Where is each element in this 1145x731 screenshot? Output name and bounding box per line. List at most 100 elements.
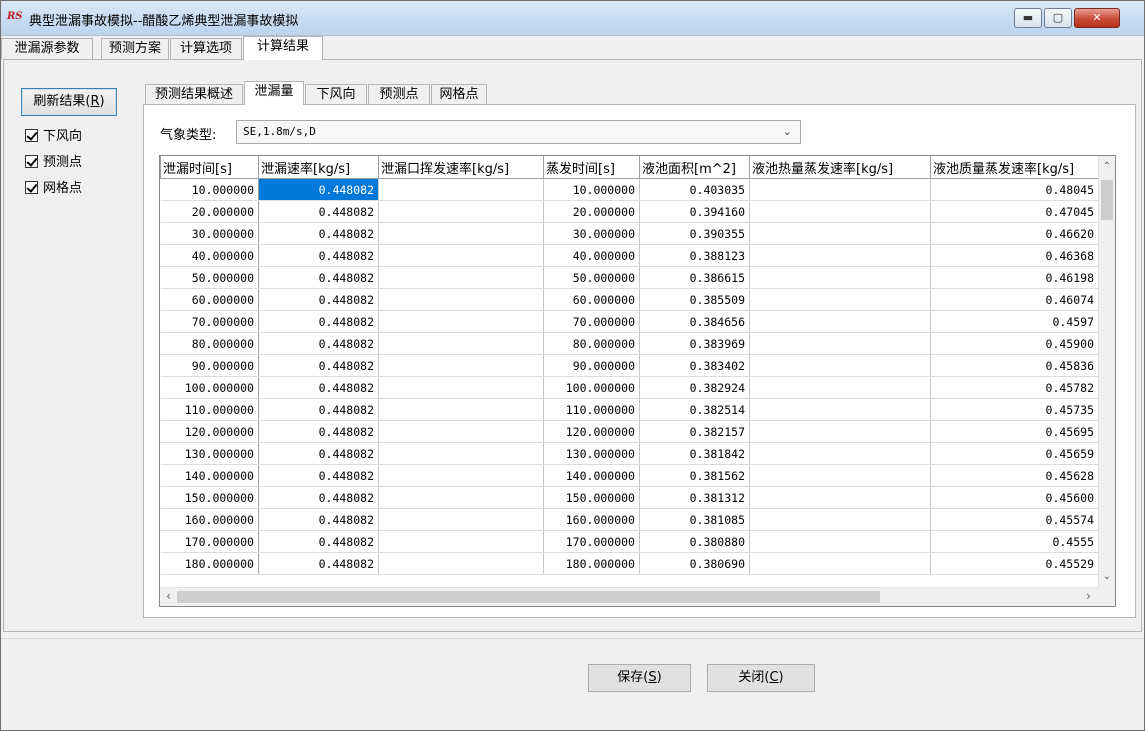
table-cell[interactable] [749, 398, 931, 421]
table-cell[interactable]: 30.000000 [543, 222, 640, 245]
checkbox-checked-icon[interactable] [25, 155, 38, 168]
table-cell[interactable]: 0.45600 [930, 486, 1099, 509]
table-cell[interactable]: 0.45735 [930, 398, 1099, 421]
table-cell[interactable]: 0.383402 [639, 354, 750, 377]
table-cell[interactable] [378, 442, 544, 465]
table-cell[interactable]: 0.388123 [639, 244, 750, 267]
table-cell[interactable] [378, 420, 544, 443]
table-row[interactable]: 30.000000 0.448082 30.000000 0.390355 0.4662… [160, 222, 1099, 245]
row-time-cell[interactable]: 40.000000 [160, 244, 259, 267]
table-cell[interactable] [749, 200, 931, 223]
maximize-button[interactable]: ▢ [1044, 8, 1072, 28]
table-cell[interactable] [749, 244, 931, 267]
column-header[interactable]: 泄漏速率[kg/s] [258, 156, 379, 179]
table-cell[interactable]: 0.448082 [258, 398, 379, 421]
table-cell[interactable]: 0.390355 [639, 222, 750, 245]
table-cell[interactable]: 0.386615 [639, 266, 750, 289]
horizontal-scrollbar[interactable]: ‹ › [160, 587, 1115, 606]
table-cell[interactable] [378, 332, 544, 355]
checkbox-grid-points[interactable]: 网格点 [25, 180, 82, 198]
table-row[interactable]: 90.000000 0.448082 90.000000 0.383402 0.4583… [160, 354, 1099, 377]
table-cell[interactable]: 0.448082 [258, 376, 379, 399]
table-cell[interactable]: 0.448082 [258, 508, 379, 531]
table-cell[interactable]: 70.000000 [543, 310, 640, 333]
tab-results-overview[interactable]: 预测结果概述 [145, 84, 243, 105]
weather-type-select[interactable]: SE,1.8m/s,D ⌄ [236, 120, 801, 144]
refresh-results-button[interactable]: 刷新结果(R) [21, 88, 117, 116]
table-cell[interactable]: 0.448082 [258, 464, 379, 487]
table-cell[interactable]: 0.448082 [258, 178, 379, 201]
table-cell[interactable]: 0.381312 [639, 486, 750, 509]
table-cell[interactable]: 0.46368 [930, 244, 1099, 267]
chevron-down-icon[interactable]: ⌄ [783, 121, 792, 143]
table-row[interactable]: 150.000000 0.448082 150.000000 0.381312 0.45… [160, 486, 1099, 509]
table-cell[interactable]: 0.448082 [258, 420, 379, 443]
table-cell[interactable]: 0.380690 [639, 552, 750, 575]
table-cell[interactable]: 130.000000 [543, 442, 640, 465]
table-cell[interactable]: 0.4555 [930, 530, 1099, 553]
table-cell[interactable]: 0.45836 [930, 354, 1099, 377]
save-button[interactable]: 保存(S) [588, 664, 691, 692]
table-cell[interactable]: 0.448082 [258, 200, 379, 223]
tab-prediction-points[interactable]: 预测点 [368, 84, 430, 105]
table-cell[interactable] [378, 266, 544, 289]
table-cell[interactable] [749, 486, 931, 509]
tab-grid-points[interactable]: 网格点 [431, 84, 487, 105]
table-cell[interactable] [749, 464, 931, 487]
checkbox-downwind[interactable]: 下风向 [25, 128, 82, 146]
row-time-cell[interactable]: 30.000000 [160, 222, 259, 245]
row-time-cell[interactable]: 140.000000 [160, 464, 259, 487]
row-time-cell[interactable]: 160.000000 [160, 508, 259, 531]
table-row[interactable]: 20.000000 0.448082 20.000000 0.394160 0.4704… [160, 200, 1099, 223]
scroll-right-icon[interactable]: › [1080, 588, 1097, 606]
table-cell[interactable]: 120.000000 [543, 420, 640, 443]
table-cell[interactable]: 0.45574 [930, 508, 1099, 531]
table-cell[interactable]: 50.000000 [543, 266, 640, 289]
tab-prediction-scheme[interactable]: 预测方案 [101, 38, 169, 59]
close-button[interactable]: 关闭(C) [707, 664, 815, 692]
table-cell[interactable]: 0.448082 [258, 442, 379, 465]
table-cell[interactable]: 0.448082 [258, 486, 379, 509]
table-cell[interactable]: 0.448082 [258, 266, 379, 289]
tab-calc-options[interactable]: 计算选项 [170, 38, 242, 59]
table-cell[interactable] [378, 200, 544, 223]
table-row[interactable]: 70.000000 0.448082 70.000000 0.384656 0.4597 [160, 310, 1099, 333]
table-cell[interactable]: 0.381562 [639, 464, 750, 487]
table-cell[interactable]: 0.381085 [639, 508, 750, 531]
table-cell[interactable]: 0.48045 [930, 178, 1099, 201]
table-cell[interactable]: 0.403035 [639, 178, 750, 201]
checkbox-prediction-points[interactable]: 预测点 [25, 154, 82, 172]
table-cell[interactable] [378, 486, 544, 509]
table-cell[interactable] [378, 552, 544, 575]
table-cell[interactable]: 110.000000 [543, 398, 640, 421]
table-row[interactable]: 50.000000 0.448082 50.000000 0.386615 0.4619… [160, 266, 1099, 289]
table-cell[interactable]: 0.382924 [639, 376, 750, 399]
table-cell[interactable]: 0.380880 [639, 530, 750, 553]
table-cell[interactable]: 150.000000 [543, 486, 640, 509]
column-header[interactable]: 液池质量蒸发速率[kg/s] [930, 156, 1099, 179]
table-row[interactable]: 160.000000 0.448082 160.000000 0.381085 0.45… [160, 508, 1099, 531]
tab-leak-source-params[interactable]: 泄漏源参数 [1, 38, 93, 59]
table-cell[interactable]: 0.46074 [930, 288, 1099, 311]
table-cell[interactable] [749, 530, 931, 553]
close-window-button[interactable]: ✕ [1074, 8, 1120, 28]
checkbox-checked-icon[interactable] [25, 181, 38, 194]
column-header[interactable]: 液池面积[m^2] [639, 156, 750, 179]
minimize-button[interactable]: ▬ [1014, 8, 1042, 28]
table-cell[interactable] [749, 354, 931, 377]
table-cell[interactable]: 20.000000 [543, 200, 640, 223]
table-cell[interactable]: 0.385509 [639, 288, 750, 311]
table-cell[interactable] [378, 222, 544, 245]
row-time-cell[interactable]: 100.000000 [160, 376, 259, 399]
tab-calc-results[interactable]: 计算结果 [243, 36, 323, 60]
vertical-scroll-thumb[interactable] [1101, 180, 1113, 220]
table-cell[interactable]: 0.45900 [930, 332, 1099, 355]
row-time-cell[interactable]: 170.000000 [160, 530, 259, 553]
tab-downwind[interactable]: 下风向 [305, 84, 367, 105]
table-row[interactable]: 110.000000 0.448082 110.000000 0.382514 0.45… [160, 398, 1099, 421]
table-row[interactable]: 80.000000 0.448082 80.000000 0.383969 0.4590… [160, 332, 1099, 355]
table-cell[interactable]: 170.000000 [543, 530, 640, 553]
row-time-cell[interactable]: 20.000000 [160, 200, 259, 223]
table-cell[interactable]: 0.47045 [930, 200, 1099, 223]
table-cell[interactable] [378, 376, 544, 399]
